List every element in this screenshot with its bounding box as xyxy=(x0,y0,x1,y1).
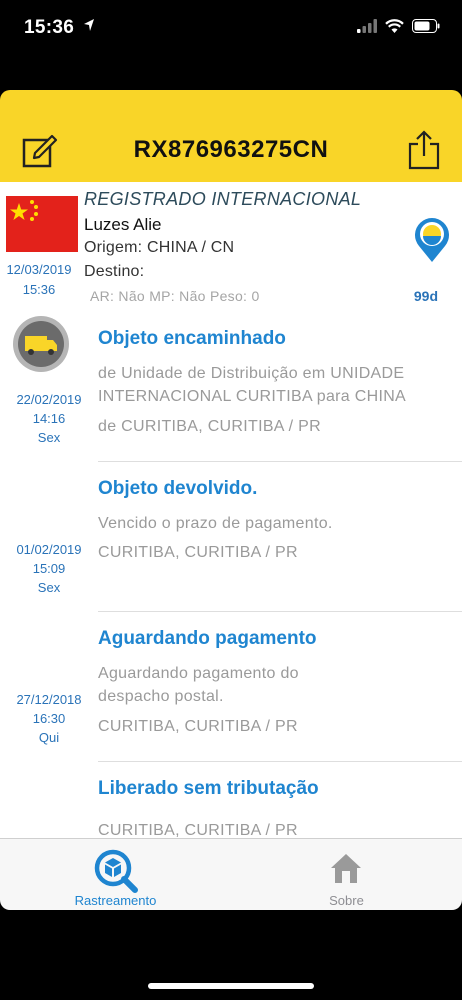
share-button[interactable] xyxy=(408,130,440,170)
event-item[interactable]: 22/02/2019 14:16 Sex Objeto encaminhado … xyxy=(0,312,462,462)
event-date-weekday: Qui xyxy=(38,730,60,745)
signal-icon xyxy=(357,19,377,38)
map-pin-icon[interactable] xyxy=(412,216,452,264)
event-date-time: 14:16 xyxy=(32,411,66,426)
location-arrow-icon xyxy=(83,18,95,37)
destination-text: Destino: xyxy=(84,263,145,280)
event-title: Liberado sem tributação xyxy=(98,778,319,799)
event-location: de CURITIBA, CURITIBA / PR xyxy=(98,418,321,435)
wifi-icon xyxy=(385,19,404,38)
tab-bar: Rastreamento Sobre xyxy=(0,838,462,910)
shipment-type: REGISTRADO INTERNACIONAL xyxy=(84,189,362,209)
event-date: 01/02/2019 15:09 Sex xyxy=(0,540,98,597)
event-location: CURITIBA, CURITIBA / PR xyxy=(98,822,298,838)
shipment-summary: 12/03/2019 15:36 REGISTRADO INTERNACIONA… xyxy=(0,182,462,312)
event-description: Vencido o prazo de pagamento. xyxy=(98,515,333,532)
event-date-weekday: Sex xyxy=(37,430,61,445)
event-date-day: 01/02/2019 xyxy=(16,542,82,557)
event-date: 27/12/2018 16:30 Qui xyxy=(0,690,98,747)
tracking-content[interactable]: 12/03/2019 15:36 REGISTRADO INTERNACIONA… xyxy=(0,182,462,838)
tab-label: Rastreamento xyxy=(74,893,157,908)
event-date-day: 22/02/2019 xyxy=(16,392,82,407)
event-item[interactable]: 01/02/2019 15:09 Sex Objeto devolvido. V… xyxy=(0,462,462,612)
package-search-icon xyxy=(94,849,138,893)
status-bar: 15:36 xyxy=(0,0,462,90)
summary-time: 15:36 xyxy=(22,282,56,297)
house-icon xyxy=(331,854,361,883)
event-location: CURITIBA, CURITIBA / PR xyxy=(98,718,298,735)
event-date: 22/02/2019 14:16 Sex xyxy=(0,390,98,447)
event-title: Objeto encaminhado xyxy=(98,328,286,349)
event-item[interactable]: 27/12/2018 16:30 Qui Aguardando pagament… xyxy=(0,612,462,762)
home-indicator xyxy=(148,983,314,989)
tab-rastreamento[interactable]: Rastreamento xyxy=(0,839,231,911)
china-flag-icon xyxy=(6,196,78,252)
event-title: Aguardando pagamento xyxy=(98,628,317,649)
event-title: Objeto devolvido. xyxy=(98,478,258,499)
event-date-weekday: Sex xyxy=(37,580,61,595)
tab-sobre[interactable]: Sobre xyxy=(231,839,462,911)
shipment-details: AR: Não MP: Não Peso: 0 xyxy=(90,288,260,304)
event-date-time: 16:30 xyxy=(32,711,66,726)
event-description: Aguardando pagamento do despacho postal. xyxy=(98,665,299,705)
shipment-name: Luzes Alie xyxy=(84,215,162,234)
share-icon xyxy=(408,130,440,170)
event-date-time: 15:09 xyxy=(32,561,66,576)
truck-icon xyxy=(11,314,71,374)
summary-date: 12/03/2019 xyxy=(6,262,72,277)
header-bar: RX876963275CN xyxy=(0,90,462,182)
event-date-day: 27/12/2018 xyxy=(16,692,82,707)
days-elapsed: 99d xyxy=(413,288,438,304)
battery-icon xyxy=(412,19,440,38)
event-location: CURITIBA, CURITIBA / PR xyxy=(98,544,298,561)
event-description: de Unidade de Distribuição em UNIDADE IN… xyxy=(98,365,407,405)
status-icons xyxy=(357,19,440,38)
origin-text: Origem: CHINA / CN xyxy=(84,239,235,256)
event-item[interactable]: Liberado sem tributação CURITIBA, CURITI… xyxy=(0,762,462,838)
tab-label: Sobre xyxy=(329,893,364,908)
tracking-code: RX876963275CN xyxy=(133,136,329,163)
status-time: 15:36 xyxy=(24,17,75,38)
